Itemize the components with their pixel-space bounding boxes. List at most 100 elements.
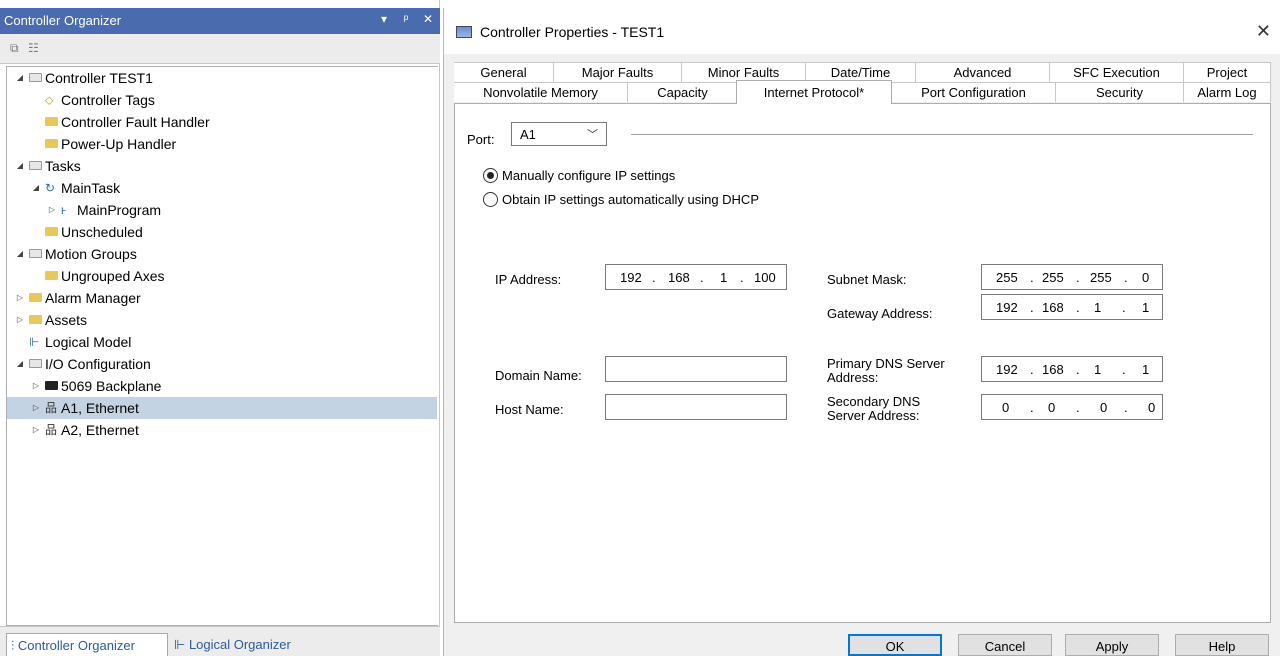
view-options-icon[interactable]: ☷ <box>28 41 39 55</box>
tab-advanced[interactable]: Advanced <box>916 62 1050 82</box>
controller-properties-dialog: Controller Properties - TEST1 ✕ General … <box>443 8 1280 656</box>
gateway-field[interactable]: 192 . 168 . 1 . 1 <box>981 294 1163 320</box>
tab-sfc-execution[interactable]: SFC Execution <box>1050 62 1184 82</box>
tree-node-tasks[interactable]: ◢ Tasks <box>7 155 437 177</box>
close-icon[interactable]: ✕ <box>1256 21 1271 42</box>
collapse-arrow-icon[interactable]: ◢ <box>31 177 41 199</box>
expand-arrow-icon[interactable]: ▷ <box>15 309 25 331</box>
tree-node-label: Ungrouped Axes <box>61 268 165 284</box>
pin-icon[interactable]: ᵖ <box>400 12 412 26</box>
pane-menu-icon[interactable]: ▾ <box>378 12 390 26</box>
tab-controller-organizer[interactable]: ⫶ Controller Organizer <box>6 633 168 656</box>
open-folder-icon <box>29 161 42 170</box>
organizer-toolbar: ⧉ ☷ <box>0 34 440 64</box>
folder-icon <box>45 227 58 236</box>
help-button[interactable]: Help <box>1175 634 1269 656</box>
tree-node-label: Tasks <box>45 158 81 174</box>
tab-internet-protocol[interactable]: Internet Protocol* <box>736 80 892 104</box>
tree-node-5069-backplane[interactable]: ▷ 5069 Backplane <box>7 375 437 397</box>
gateway-label: Gateway Address: <box>827 306 933 321</box>
subnet-octet-1: 255 <box>996 270 1018 285</box>
tab-general[interactable]: General <box>454 62 554 82</box>
manual-ip-radio[interactable] <box>483 168 498 183</box>
tab-major-faults[interactable]: Major Faults <box>554 62 682 82</box>
manual-ip-label: Manually configure IP settings <box>502 168 676 183</box>
tree-node-maintask[interactable]: ◢ ↻ MainTask <box>7 177 437 199</box>
tab-capacity[interactable]: Capacity <box>628 82 738 102</box>
tree-node-label: Logical Model <box>45 334 132 350</box>
domain-name-label: Domain Name: <box>495 368 582 383</box>
tree-node-controller-fault-handler[interactable]: Controller Fault Handler <box>7 111 437 133</box>
task-icon: ↻ <box>45 181 56 195</box>
tree-node-unscheduled[interactable]: Unscheduled <box>7 221 437 243</box>
dhcp-label: Obtain IP settings automatically using D… <box>502 192 759 207</box>
primary-dns-octet-1: 192 <box>996 362 1018 377</box>
organizer-title-bar: Controller Organizer ▾ ᵖ ✕ <box>0 8 440 34</box>
subnet-octet-3: 255 <box>1090 270 1112 285</box>
ip-dot: . <box>1122 362 1126 377</box>
expand-arrow-icon[interactable]: ▷ <box>31 375 41 397</box>
ip-address-field[interactable]: 192 . 168 . 1 . 100 <box>605 264 787 290</box>
tree-node-label: 5069 Backplane <box>61 378 162 394</box>
collapse-arrow-icon[interactable]: ◢ <box>15 353 25 375</box>
primary-dns-octet-2: 168 <box>1042 362 1064 377</box>
primary-dns-field[interactable]: 192 . 168 . 1 . 1 <box>981 356 1163 382</box>
expand-arrow-icon[interactable]: ▷ <box>31 397 41 419</box>
tree-node-label: A1, Ethernet <box>61 400 139 416</box>
collapse-arrow-icon[interactable]: ◢ <box>15 67 25 89</box>
tree-node-alarm-manager[interactable]: ▷ Alarm Manager <box>7 287 437 309</box>
ok-button[interactable]: OK <box>848 634 942 656</box>
tree-node-label: A2, Ethernet <box>61 422 139 438</box>
tab-port-configuration[interactable]: Port Configuration <box>892 82 1056 102</box>
tree-node-label: Controller Tags <box>61 92 155 108</box>
tree-node-a1-ethernet[interactable]: ▷ 品 A1, Ethernet <box>7 397 437 419</box>
ip-dot: . <box>1076 362 1080 377</box>
tree-node-label: Assets <box>45 312 88 328</box>
tab-nonvolatile-memory[interactable]: Nonvolatile Memory <box>454 82 628 102</box>
collapse-arrow-icon[interactable]: ◢ <box>15 155 25 177</box>
host-name-input[interactable] <box>605 394 787 420</box>
tree-node-power-up-handler[interactable]: Power-Up Handler <box>7 133 437 155</box>
port-select[interactable]: A1 ﹀ <box>511 122 607 146</box>
tree-node-logical-model[interactable]: ⊩ Logical Model <box>7 331 437 353</box>
primary-dns-label-2: Address: <box>827 370 879 385</box>
collapse-all-icon[interactable]: ⧉ <box>10 41 19 56</box>
tab-logical-organizer[interactable]: ⊩ Logical Organizer <box>170 633 330 656</box>
tab-security[interactable]: Security <box>1056 82 1184 102</box>
tab-alarm-log[interactable]: Alarm Log <box>1184 82 1271 102</box>
tree-node-i-o-configuration[interactable]: ◢ I/O Configuration <box>7 353 437 375</box>
tree-node-label: MainTask <box>61 180 121 196</box>
controller-organizer-tab-icon: ⫶ <box>11 638 18 653</box>
tree-node-controller-tags[interactable]: ⬦ Controller Tags <box>7 89 437 111</box>
cancel-button[interactable]: Cancel <box>958 634 1052 656</box>
tree-node-assets[interactable]: ▷ Assets <box>7 309 437 331</box>
apply-button[interactable]: Apply <box>1065 634 1159 656</box>
ip-dot: . <box>1076 300 1080 315</box>
tree-node-mainprogram[interactable]: ▷ ⱶ MainProgram <box>7 199 437 221</box>
tree-node-label: Power-Up Handler <box>61 136 177 152</box>
tab-project[interactable]: Project <box>1184 62 1271 82</box>
tree-node-a2-ethernet[interactable]: ▷ 品 A2, Ethernet <box>7 419 437 441</box>
port-select-value: A1 <box>520 127 536 142</box>
tab-date-time[interactable]: Date/Time <box>806 62 916 82</box>
gateway-octet-2: 168 <box>1042 300 1064 315</box>
tag-icon: ⬦ <box>45 93 54 107</box>
ip-octet-2: 168 <box>668 270 690 285</box>
domain-name-input[interactable] <box>605 356 787 382</box>
ip-dot: . <box>740 270 744 285</box>
collapse-arrow-icon[interactable]: ◢ <box>15 243 25 265</box>
expand-arrow-icon[interactable]: ▷ <box>47 199 57 221</box>
tab-minor-faults[interactable]: Minor Faults <box>682 62 806 82</box>
secondary-dns-field[interactable]: 0 . 0 . 0 . 0 <box>981 394 1163 420</box>
tree-node-controller-test1[interactable]: ◢ Controller TEST1 <box>7 67 437 89</box>
dhcp-radio[interactable] <box>483 192 498 207</box>
tree-node-motion-groups[interactable]: ◢ Motion Groups <box>7 243 437 265</box>
ip-dot: . <box>1030 270 1034 285</box>
ip-dot: . <box>1124 400 1128 415</box>
tree-node-ungrouped-axes[interactable]: Ungrouped Axes <box>7 265 437 287</box>
secondary-dns-octet-2: 0 <box>1048 400 1056 415</box>
subnet-mask-field[interactable]: 255 . 255 . 255 . 0 <box>981 264 1163 290</box>
expand-arrow-icon[interactable]: ▷ <box>15 287 25 309</box>
expand-arrow-icon[interactable]: ▷ <box>31 419 41 441</box>
close-pane-icon[interactable]: ✕ <box>422 12 434 26</box>
